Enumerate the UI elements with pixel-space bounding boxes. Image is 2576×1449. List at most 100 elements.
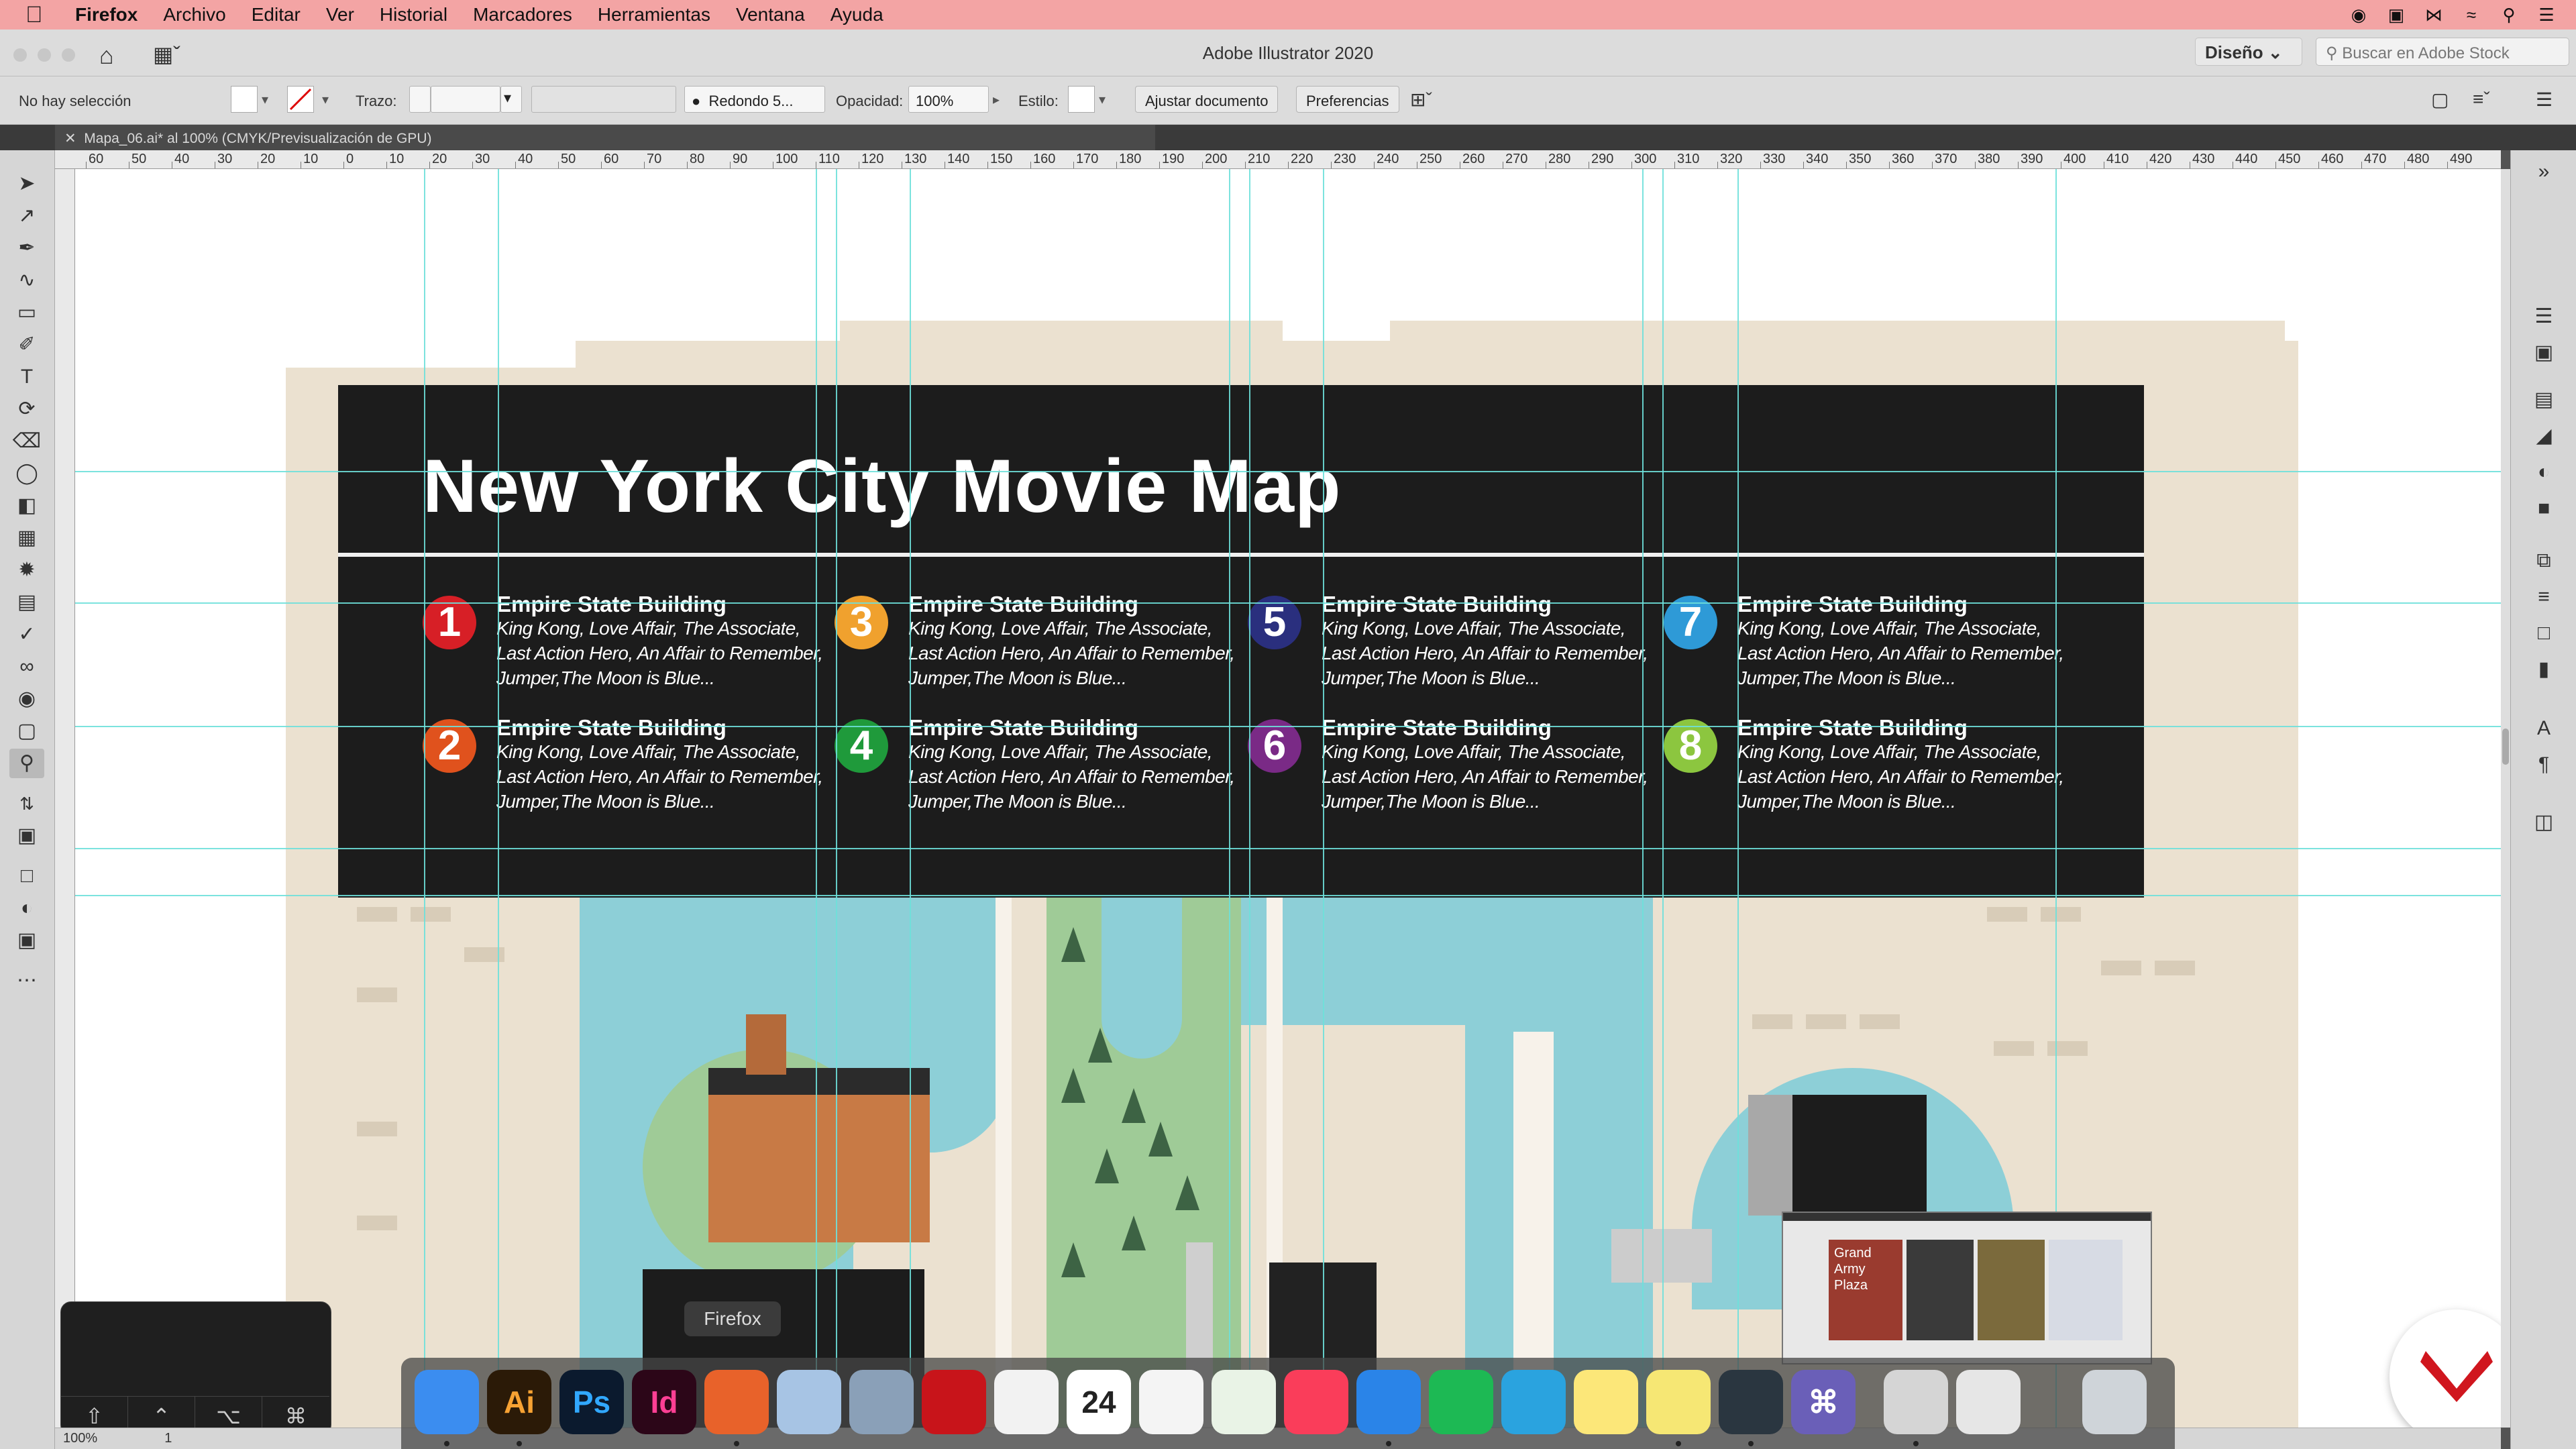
vertical-guide[interactable] (424, 169, 425, 1428)
acrobat-icon[interactable] (922, 1370, 986, 1434)
transform-panel-icon[interactable]: □ (2527, 619, 2561, 648)
vertical-guide[interactable] (1323, 169, 1324, 1428)
stickies-icon[interactable] (1646, 1370, 1711, 1434)
vertical-guide[interactable] (816, 169, 817, 1428)
fill-swatch[interactable] (231, 86, 258, 113)
printer-icon[interactable] (1884, 1370, 1948, 1434)
trash-icon[interactable] (2082, 1370, 2147, 1434)
rectangle-tool-icon[interactable]: ▭ (9, 298, 44, 327)
character-icon[interactable]: A (2527, 714, 2561, 743)
layers-icon[interactable]: ☰ (2527, 302, 2561, 331)
quicktime-icon[interactable] (1719, 1370, 1783, 1434)
menu-ventana[interactable]: Ventana (736, 0, 805, 30)
vertical-ruler[interactable] (55, 169, 75, 1428)
artboard-canvas[interactable]: New York City Movie Map 1 Empire State Bu… (75, 169, 2501, 1428)
textedit-icon[interactable] (994, 1370, 1059, 1434)
chevron-down-icon[interactable]: ▾ (500, 86, 522, 113)
style-swatch[interactable] (1068, 86, 1095, 113)
vertical-guide[interactable] (836, 169, 837, 1428)
vertical-guide[interactable] (1642, 169, 1644, 1428)
draw-mode-icon[interactable]: ◐ (9, 894, 44, 923)
spotify-icon[interactable] (1429, 1370, 1493, 1434)
direct-selection-tool-icon[interactable]: ↗ (9, 201, 44, 231)
panel-menu-icon[interactable]: ☰ (2536, 89, 2553, 111)
align-panel-icon[interactable]: ▮ (2527, 655, 2561, 684)
menu-ver[interactable]: Ver (326, 0, 354, 30)
artboard-number[interactable]: 1 (164, 1431, 172, 1446)
type-tool-icon[interactable]: T (9, 362, 44, 392)
apple-icon[interactable]:  (25, 0, 52, 30)
eyedropper-tool-icon[interactable]: ✓ (9, 620, 44, 649)
menu-ayuda[interactable]: Ayuda (830, 0, 883, 30)
firefox-icon[interactable] (704, 1370, 769, 1434)
menu-marcadores[interactable]: Marcadores (473, 0, 572, 30)
menu-editar[interactable]: Editar (252, 0, 301, 30)
horizontal-ruler[interactable]: 60 50 40 30 20 10 0 10 20 30 40 50 60 70 80 90 100 110 120… (55, 150, 2501, 169)
close-icon[interactable]: ✕ (64, 131, 76, 146)
music-icon[interactable] (1284, 1370, 1348, 1434)
brush-dropdown[interactable]: ● Redondo 5... (684, 86, 825, 113)
vertical-guide[interactable] (1662, 169, 1664, 1428)
fill-stroke-icon[interactable]: ▣ (9, 821, 44, 851)
keystroke-icon[interactable]: ⌘ (1791, 1370, 1856, 1434)
selection-tool-icon[interactable]: ➤ (9, 169, 44, 199)
transform-icon[interactable]: ▢ (2431, 89, 2449, 111)
horizontal-guide[interactable] (75, 471, 2501, 472)
align-icon[interactable]: ⊞ˇ (1410, 89, 1432, 111)
mesh-tool-icon[interactable]: ▦ (9, 523, 44, 553)
more-tools-icon[interactable]: ⋯ (9, 966, 44, 996)
menu-herramientas[interactable]: Herramientas (598, 0, 710, 30)
chevron-down-icon[interactable]: ▾ (262, 91, 268, 108)
photoshop-icon[interactable]: Ps (559, 1370, 624, 1434)
horizontal-guide[interactable] (75, 848, 2501, 849)
shape-builder-icon[interactable]: ◉ (9, 684, 44, 714)
photos-icon[interactable] (1139, 1370, 1203, 1434)
properties-icon[interactable]: ◢ (2527, 421, 2561, 451)
blend-tool-icon[interactable]: ∞ (9, 652, 44, 682)
indesign-icon[interactable]: Id (632, 1370, 696, 1434)
menu-historial[interactable]: Historial (380, 0, 447, 30)
preview-icon[interactable] (777, 1370, 841, 1434)
map-header-panel[interactable]: New York City Movie Map 1 Empire State Bu… (338, 385, 2144, 898)
vertical-guide[interactable] (1249, 169, 1250, 1428)
vertical-guide[interactable] (498, 169, 499, 1428)
collapse-panels-icon[interactable]: » (2527, 157, 2561, 186)
record-icon[interactable]: ◉ (2348, 5, 2369, 24)
swap-fill-stroke-icon[interactable]: ⇅ (9, 789, 44, 818)
adobe-stock-search[interactable]: ⚲ Buscar en Adobe Stock (2316, 38, 2569, 66)
vertical-guide[interactable] (910, 169, 911, 1428)
finder-icon[interactable] (415, 1370, 479, 1434)
menu-app-name[interactable]: Firefox (75, 0, 138, 30)
telegram-icon[interactable] (1501, 1370, 1566, 1434)
gradient-icon[interactable]: ■ (2527, 494, 2561, 523)
screen-mode-icon[interactable]: ▣ (9, 926, 44, 955)
stroke-weight-input[interactable] (431, 86, 500, 113)
pen-tool-icon[interactable]: ✒ (9, 233, 44, 263)
align-options-icon[interactable]: ≡ˇ (2473, 89, 2490, 110)
illustrator-icon[interactable]: Ai (487, 1370, 551, 1434)
document-tab[interactable]: ✕ Mapa_06.ai* al 100% (CMYK/Previsualiza… (55, 125, 1155, 150)
chevron-right-icon[interactable]: ▸ (993, 91, 1000, 108)
stroke-stepper[interactable] (409, 86, 431, 113)
workspace-switcher[interactable]: Diseño ⌄ (2195, 38, 2302, 66)
artboards-icon[interactable]: ▣ (2527, 338, 2561, 368)
chevron-down-icon[interactable]: ▾ (322, 91, 329, 108)
scrollbar-thumb[interactable] (2502, 729, 2509, 765)
asset-export-icon[interactable]: ◫ (2527, 808, 2561, 837)
preferences-button[interactable]: Preferencias (1296, 86, 1399, 113)
libraries-icon[interactable]: ▤ (2527, 385, 2561, 415)
chevron-down-icon[interactable]: ▾ (1099, 91, 1106, 108)
keynote-icon[interactable] (1356, 1370, 1421, 1434)
notes-icon[interactable] (1574, 1370, 1638, 1434)
numbers-icon[interactable] (1212, 1370, 1276, 1434)
zoom-tool-icon[interactable]: ⚲ (9, 749, 44, 778)
variable-width-dropdown[interactable] (531, 86, 676, 113)
search-icon[interactable]: ⚲ (2498, 5, 2520, 24)
opacity-input[interactable]: 100% (908, 86, 989, 113)
wifi-icon[interactable]: ≈ (2461, 5, 2482, 24)
calendar-icon[interactable]: 24 (1067, 1370, 1131, 1434)
thumbnail-preview[interactable]: Grand Army Plaza (1782, 1212, 2152, 1364)
menu-archivo[interactable]: Archivo (163, 0, 225, 30)
bluetooth-icon[interactable]: ⋈ (2423, 5, 2445, 24)
fit-document-button[interactable]: Ajustar documento (1135, 86, 1279, 113)
